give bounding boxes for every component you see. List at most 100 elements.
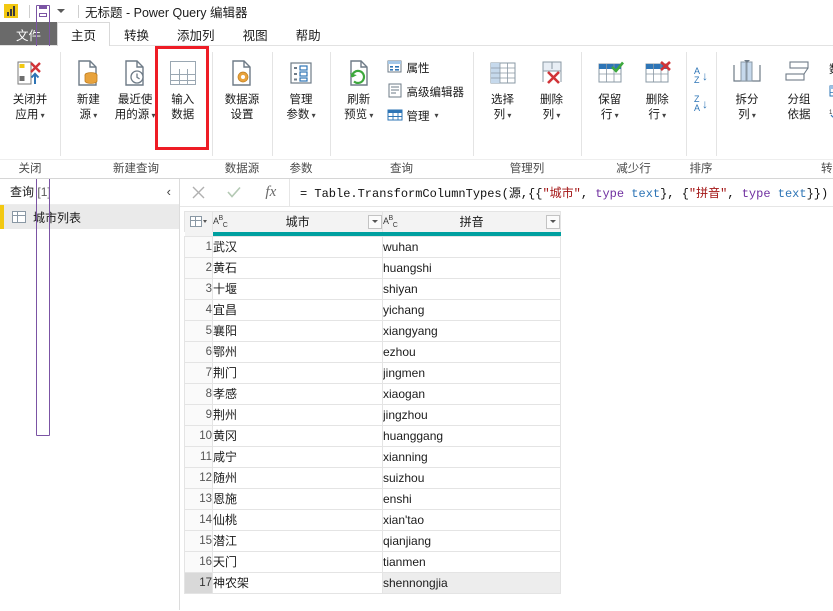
cell-city[interactable]: 神农架 [212, 571, 383, 594]
keep-rows-button[interactable]: 保留 行 ▾ [586, 52, 634, 138]
row-number[interactable]: 15 [184, 529, 213, 552]
row-number[interactable]: 1 [184, 235, 213, 258]
remove-columns-button[interactable]: 删除 列 ▾ [527, 52, 576, 138]
cell-pinyin[interactable]: jingzhou [382, 403, 561, 426]
chevron-down-icon[interactable] [57, 9, 65, 13]
table-row[interactable]: 9 荆州 jingzhou [184, 403, 561, 426]
cell-pinyin[interactable]: ezhou [382, 340, 561, 363]
table-row[interactable]: 8 孝感 xiaogan [184, 382, 561, 405]
recent-sources-button[interactable]: 最近使 用的源 ▾ [112, 52, 159, 138]
row-number[interactable]: 8 [184, 382, 213, 405]
tab-add-column[interactable]: 添加列 [163, 22, 229, 45]
cell-city[interactable]: 恩施 [212, 487, 383, 510]
row-number[interactable]: 17 [184, 571, 213, 594]
manage-parameters-button[interactable]: 管理 参数 ▾ [277, 52, 325, 138]
data-type-button[interactable]: 数据类型: 文本 [825, 58, 833, 79]
cell-pinyin[interactable]: yichang [382, 298, 561, 321]
table-row[interactable]: 17 神农架 shennongjia [184, 571, 561, 594]
chevron-down-icon[interactable]: ▾ [149, 111, 155, 120]
cell-city[interactable]: 潜江 [212, 529, 383, 552]
save-icon[interactable] [36, 4, 50, 436]
tab-home[interactable]: 主页 [57, 22, 111, 46]
properties-button[interactable]: 属性 [383, 57, 469, 78]
choose-columns-button[interactable]: 选择 列 ▾ [478, 52, 527, 138]
cell-city[interactable]: 荆门 [212, 361, 383, 384]
chevron-down-icon[interactable]: ▾ [750, 111, 756, 120]
table-row[interactable]: 5 襄阳 xiangyang [184, 319, 561, 342]
table-row[interactable]: 1 武汉 wuhan [184, 235, 561, 258]
chevron-down-icon[interactable]: ▾ [554, 111, 560, 120]
table-row[interactable]: 11 咸宁 xianning [184, 445, 561, 468]
cell-pinyin[interactable]: huangshi [382, 256, 561, 279]
cell-pinyin[interactable]: xiangyang [382, 319, 561, 342]
sort-descending-button[interactable]: ZA ↓ [691, 93, 711, 115]
table-row[interactable]: 12 随州 suizhou [184, 466, 561, 489]
chevron-down-icon[interactable]: ▾ [309, 111, 316, 120]
cell-city[interactable]: 襄阳 [212, 319, 383, 342]
table-row[interactable]: 16 天门 tianmen [184, 550, 561, 573]
chevron-down-icon[interactable]: ▾ [38, 111, 45, 120]
cell-pinyin[interactable]: enshi [382, 487, 561, 510]
advanced-editor-button[interactable]: 高级编辑器 [383, 81, 469, 102]
row-number[interactable]: 6 [184, 340, 213, 363]
use-first-row-as-headers-button[interactable]: 将第一行用作标题 [825, 82, 833, 103]
table-row[interactable]: 15 潜江 qianjiang [184, 529, 561, 552]
table-row[interactable]: 4 宜昌 yichang [184, 298, 561, 321]
cell-pinyin[interactable]: xianning [382, 445, 561, 468]
row-number[interactable]: 14 [184, 508, 213, 531]
cell-city[interactable]: 荆州 [212, 403, 383, 426]
column-header-city[interactable]: ABC 城市 [212, 211, 383, 232]
cell-city[interactable]: 武汉 [212, 235, 383, 258]
chevron-down-icon[interactable]: ▾ [435, 111, 439, 120]
chevron-down-icon[interactable]: ▾ [367, 111, 373, 120]
row-number[interactable]: 9 [184, 403, 213, 426]
cell-city[interactable]: 天门 [212, 550, 383, 573]
row-number[interactable]: 11 [184, 445, 213, 468]
cell-pinyin[interactable]: wuhan [382, 235, 561, 258]
chevron-down-icon[interactable]: ▾ [91, 111, 97, 120]
remove-rows-button[interactable]: 删除 行 ▾ [634, 52, 682, 138]
row-number[interactable]: 13 [184, 487, 213, 510]
new-source-button[interactable]: 新建 源 ▾ [65, 52, 112, 138]
cell-city[interactable]: 十堰 [212, 277, 383, 300]
tab-view[interactable]: 视图 [229, 22, 282, 45]
table-row[interactable]: 6 鄂州 ezhou [184, 340, 561, 363]
cell-pinyin[interactable]: suizhou [382, 466, 561, 489]
table-row[interactable]: 14 仙桃 xian'tao [184, 508, 561, 531]
select-all-table-icon[interactable] [184, 211, 213, 232]
table-row[interactable]: 3 十堰 shiyan [184, 277, 561, 300]
cell-pinyin[interactable]: tianmen [382, 550, 561, 573]
table-row[interactable]: 2 黄石 huangshi [184, 256, 561, 279]
row-number[interactable]: 5 [184, 319, 213, 342]
filter-dropdown-icon[interactable] [546, 214, 560, 229]
row-number[interactable]: 7 [184, 361, 213, 384]
cell-pinyin[interactable]: shiyan [382, 277, 561, 300]
row-number[interactable]: 16 [184, 550, 213, 573]
enter-data-button[interactable]: 输入 数据 [158, 52, 207, 138]
row-number[interactable]: 4 [184, 298, 213, 321]
row-number[interactable]: 2 [184, 256, 213, 279]
cell-city[interactable]: 仙桃 [212, 508, 383, 531]
cell-city[interactable]: 宜昌 [212, 298, 383, 321]
query-item-city-list[interactable]: 城市列表 [0, 205, 179, 229]
chevron-down-icon[interactable]: ▾ [612, 111, 619, 120]
cell-pinyin[interactable]: xiaogan [382, 382, 561, 405]
cancel-formula-button[interactable] [180, 179, 216, 206]
cell-city[interactable]: 咸宁 [212, 445, 383, 468]
close-and-apply-button[interactable]: 关闭并 应用 ▾ [5, 52, 55, 138]
fx-icon[interactable]: fx [253, 179, 289, 206]
sort-ascending-button[interactable]: AZ ↓ [691, 65, 711, 87]
cell-pinyin[interactable]: xian'tao [382, 508, 561, 531]
split-column-button[interactable]: 拆分 列 ▾ [721, 52, 773, 138]
table-row[interactable]: 7 荆门 jingmen [184, 361, 561, 384]
cell-city[interactable]: 鄂州 [212, 340, 383, 363]
cell-pinyin[interactable]: jingmen [382, 361, 561, 384]
row-number[interactable]: 10 [184, 424, 213, 447]
cell-city[interactable]: 黄石 [212, 256, 383, 279]
cell-pinyin[interactable]: huanggang [382, 424, 561, 447]
group-by-button[interactable]: 分组 依据 [773, 52, 825, 138]
cell-city[interactable]: 随州 [212, 466, 383, 489]
refresh-preview-button[interactable]: 刷新 预览 ▾ [335, 52, 383, 138]
table-row[interactable]: 10 黄冈 huanggang [184, 424, 561, 447]
tab-help[interactable]: 帮助 [282, 22, 335, 45]
